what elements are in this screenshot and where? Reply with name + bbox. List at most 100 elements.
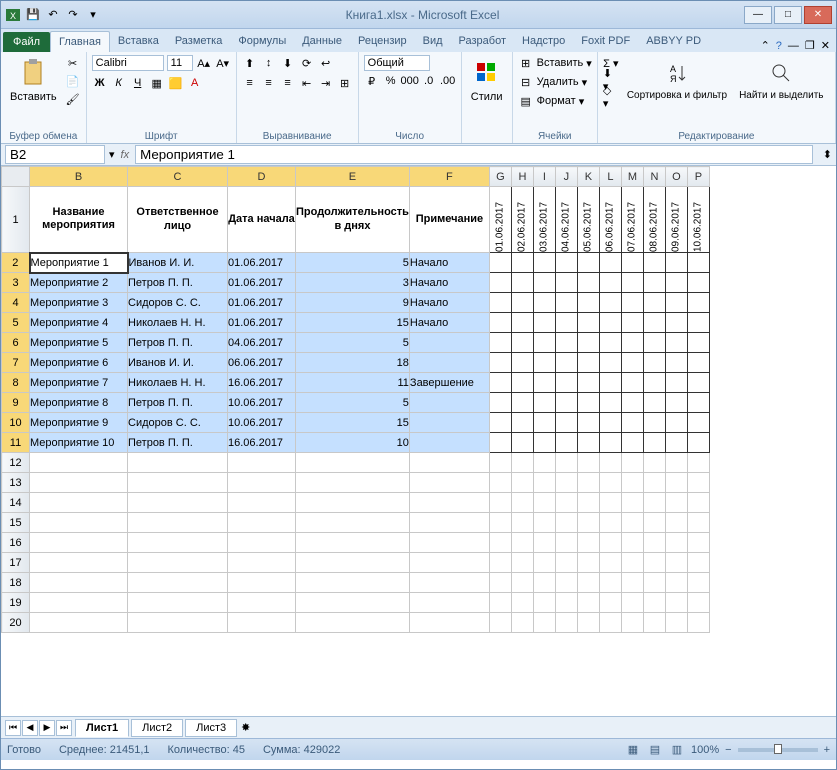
cell-O18[interactable]	[665, 573, 687, 593]
cell-L11[interactable]	[599, 433, 621, 453]
align-middle-icon[interactable]: ↕	[261, 55, 277, 71]
column-header-J[interactable]: J	[555, 167, 577, 187]
help-icon[interactable]: ?	[776, 40, 782, 52]
cell-E19[interactable]	[296, 593, 410, 613]
align-center-icon[interactable]: ≡	[261, 75, 277, 91]
clear-icon[interactable]: ◇ ▾	[603, 89, 619, 105]
cell-K3[interactable]	[577, 273, 599, 293]
cell-B13[interactable]	[30, 473, 128, 493]
cell-F19[interactable]	[409, 593, 489, 613]
cell-B2[interactable]: Мероприятие 1	[30, 253, 128, 273]
cell-G20[interactable]	[489, 613, 511, 633]
cell-J7[interactable]	[555, 353, 577, 373]
font-color-icon[interactable]: A	[187, 75, 203, 91]
cell-O2[interactable]	[665, 253, 687, 273]
cell-B20[interactable]	[30, 613, 128, 633]
cell-C12[interactable]	[128, 453, 228, 473]
comma-icon[interactable]: 000	[402, 73, 418, 89]
cell-C20[interactable]	[128, 613, 228, 633]
cell-G7[interactable]	[489, 353, 511, 373]
cell-K10[interactable]	[577, 413, 599, 433]
cell-C16[interactable]	[128, 533, 228, 553]
cell-K12[interactable]	[577, 453, 599, 473]
cell-E12[interactable]	[296, 453, 410, 473]
row-header-3[interactable]: 3	[2, 273, 30, 293]
cell-L8[interactable]	[599, 373, 621, 393]
cell-J17[interactable]	[555, 553, 577, 573]
cell-F2[interactable]: Начало	[409, 253, 489, 273]
cell-D14[interactable]	[228, 493, 296, 513]
cell-L7[interactable]	[599, 353, 621, 373]
row-header-1[interactable]: 1	[2, 187, 30, 253]
cell-F9[interactable]	[409, 393, 489, 413]
cell-L20[interactable]	[599, 613, 621, 633]
cell-I17[interactable]	[533, 553, 555, 573]
cell-L2[interactable]	[599, 253, 621, 273]
cell-J6[interactable]	[555, 333, 577, 353]
cell-H12[interactable]	[511, 453, 533, 473]
cell-M7[interactable]	[621, 353, 643, 373]
cell-O8[interactable]	[665, 373, 687, 393]
cell-K14[interactable]	[577, 493, 599, 513]
cell-L5[interactable]	[599, 313, 621, 333]
cell-G16[interactable]	[489, 533, 511, 553]
cell-O4[interactable]	[665, 293, 687, 313]
wrap-text-icon[interactable]: ↩	[318, 55, 334, 71]
cell-D9[interactable]: 10.06.2017	[228, 393, 296, 413]
cell-N18[interactable]	[643, 573, 665, 593]
cell-I8[interactable]	[533, 373, 555, 393]
cell-C7[interactable]: Иванов И. И.	[128, 353, 228, 373]
cell-I14[interactable]	[533, 493, 555, 513]
cell-I16[interactable]	[533, 533, 555, 553]
date-header-cell[interactable]: 01.06.2017	[489, 187, 511, 253]
cell-K4[interactable]	[577, 293, 599, 313]
column-header-F[interactable]: F	[409, 167, 489, 187]
cell-F5[interactable]: Начало	[409, 313, 489, 333]
qat-more-icon[interactable]: ▾	[85, 7, 101, 23]
formula-expand-icon[interactable]: ⬍	[819, 148, 836, 161]
cell-O13[interactable]	[665, 473, 687, 493]
cell-N7[interactable]	[643, 353, 665, 373]
doc-minimize-icon[interactable]: —	[788, 40, 799, 52]
cell-J3[interactable]	[555, 273, 577, 293]
row-header-11[interactable]: 11	[2, 433, 30, 453]
row-header-16[interactable]: 16	[2, 533, 30, 553]
cell-N20[interactable]	[643, 613, 665, 633]
cell-L18[interactable]	[599, 573, 621, 593]
column-header-D[interactable]: D	[228, 167, 296, 187]
cell-D4[interactable]: 01.06.2017	[228, 293, 296, 313]
italic-icon[interactable]: К	[111, 75, 127, 91]
save-icon[interactable]: 💾	[25, 7, 41, 23]
cell-G15[interactable]	[489, 513, 511, 533]
increase-indent-icon[interactable]: ⇥	[318, 75, 334, 91]
cell-M14[interactable]	[621, 493, 643, 513]
cell-F7[interactable]	[409, 353, 489, 373]
row-header-10[interactable]: 10	[2, 413, 30, 433]
cell-H5[interactable]	[511, 313, 533, 333]
zoom-slider[interactable]	[738, 748, 818, 752]
cell-I15[interactable]	[533, 513, 555, 533]
cell-H13[interactable]	[511, 473, 533, 493]
minimize-ribbon-icon[interactable]: ⌃	[761, 39, 770, 52]
undo-icon[interactable]: ↶	[45, 7, 61, 23]
cell-P3[interactable]	[687, 273, 709, 293]
cell-G3[interactable]	[489, 273, 511, 293]
cell-I5[interactable]	[533, 313, 555, 333]
date-header-cell[interactable]: 09.06.2017	[665, 187, 687, 253]
cell-L4[interactable]	[599, 293, 621, 313]
cell-P6[interactable]	[687, 333, 709, 353]
column-header-P[interactable]: P	[687, 167, 709, 187]
cell-L16[interactable]	[599, 533, 621, 553]
cell-B17[interactable]	[30, 553, 128, 573]
cell-N8[interactable]	[643, 373, 665, 393]
cell-N2[interactable]	[643, 253, 665, 273]
cell-N12[interactable]	[643, 453, 665, 473]
cell-F8[interactable]: Завершение	[409, 373, 489, 393]
table-header-cell[interactable]: Название мероприятия	[30, 187, 128, 253]
cell-P11[interactable]	[687, 433, 709, 453]
cell-F15[interactable]	[409, 513, 489, 533]
view-pagebreak-icon[interactable]: ▥	[669, 742, 685, 758]
cell-M17[interactable]	[621, 553, 643, 573]
cell-J18[interactable]	[555, 573, 577, 593]
cell-G14[interactable]	[489, 493, 511, 513]
